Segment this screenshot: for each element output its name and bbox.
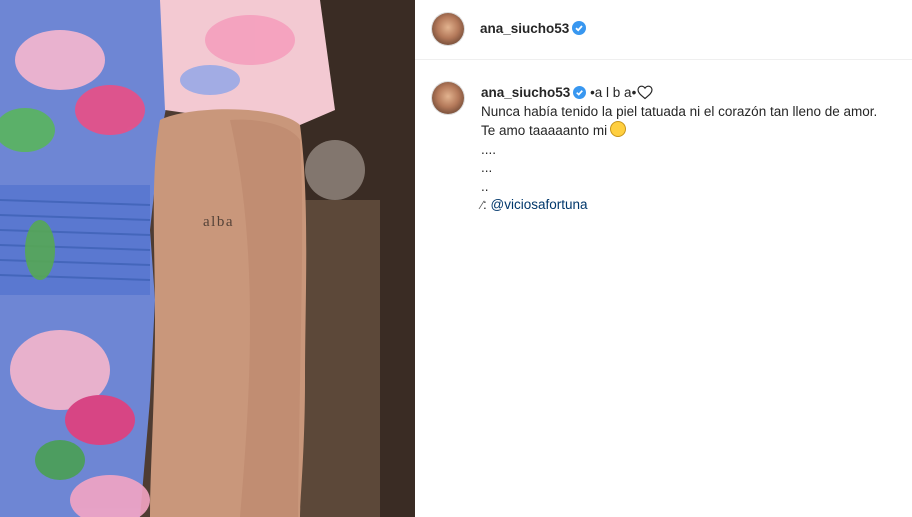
caption-line-1: Nunca había tenido la piel tatuada ni el… (481, 103, 878, 119)
header-username[interactable]: ana_siucho53 (480, 21, 587, 36)
tattoo-text: alba (203, 214, 234, 230)
caption-title-line: ana_siucho53 •a l b a• (481, 84, 901, 103)
smiling-face-icon (610, 121, 627, 137)
verified-badge-icon (573, 86, 587, 99)
caption-username[interactable]: ana_siucho53 (481, 85, 570, 100)
post-image[interactable]: alba (0, 0, 415, 517)
caption-title: •a l b a• (590, 85, 637, 100)
heart-outline-icon (637, 85, 653, 100)
caption-line-2: Te amo taaaaanto mi (481, 121, 901, 141)
caption-line-3: .... (481, 141, 497, 157)
post-photo-graphic (0, 0, 415, 517)
verified-badge-icon (572, 21, 587, 35)
caption-credit-line: ∕: @viciosafortuna (481, 196, 901, 215)
caption-avatar-icon[interactable] (432, 82, 464, 114)
post-side-panel: ana_siucho53 ana_siucho53 •a l b a• Nunc… (415, 0, 912, 517)
profile-avatar-icon[interactable] (432, 13, 464, 45)
caption-line-2-text: Te amo taaaaanto mi (481, 123, 608, 138)
caption-text: ana_siucho53 •a l b a• Nunca había tenid… (481, 84, 901, 215)
credit-prefix: : (483, 197, 487, 212)
caption-line-4: ... (481, 160, 493, 175)
credit-mention-link[interactable]: @viciosafortuna (491, 197, 588, 212)
post-header: ana_siucho53 (415, 0, 912, 60)
header-username-text[interactable]: ana_siucho53 (480, 21, 569, 36)
caption-line-5: .. (481, 178, 489, 194)
